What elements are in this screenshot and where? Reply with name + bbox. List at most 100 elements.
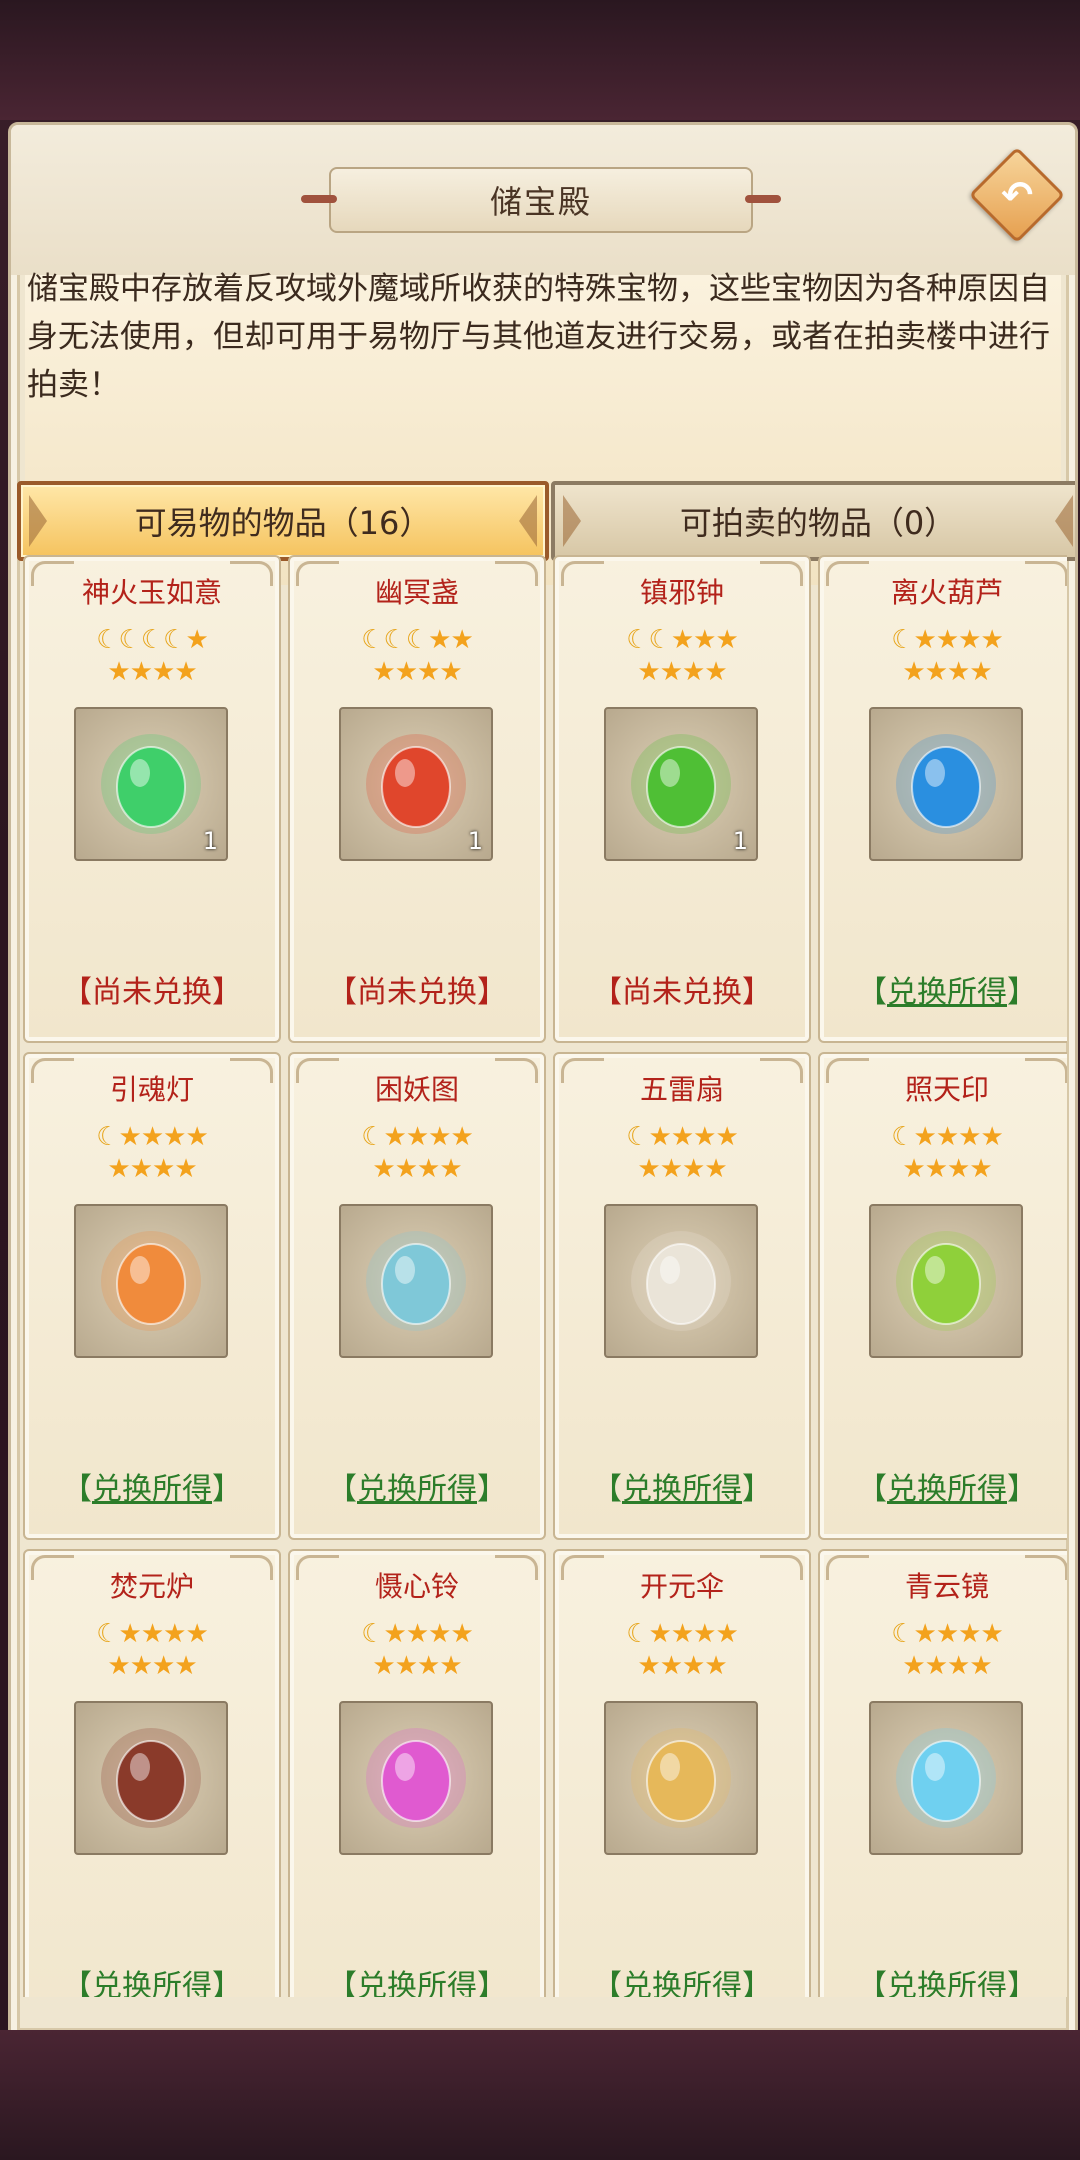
- star-icon: ★: [958, 1122, 981, 1152]
- exchange-result-link[interactable]: 兑换所得: [887, 1969, 1007, 1997]
- item-status[interactable]: 【兑换所得】: [820, 1961, 1067, 1997]
- item-icon-slot[interactable]: [74, 1204, 228, 1358]
- star-icon: ★: [670, 1122, 694, 1152]
- exchange-result-link[interactable]: 兑换所得: [357, 1969, 477, 1997]
- item-name: 照天印: [904, 1073, 989, 1106]
- exchange-result-link[interactable]: 兑换所得: [887, 975, 1007, 1010]
- item-status[interactable]: 【兑换所得】: [290, 1961, 544, 1997]
- star-icon: ★: [947, 1651, 970, 1681]
- star-icon: ★: [969, 657, 992, 687]
- item-icon-slot[interactable]: [604, 1204, 758, 1358]
- exchange-result-link[interactable]: 兑换所得: [357, 1472, 477, 1507]
- item-name: 离火葫芦: [890, 576, 1003, 609]
- star-icon: ★: [704, 1154, 727, 1184]
- rating-row-2: ★★★★: [290, 1651, 544, 1681]
- item-status[interactable]: 【兑换所得】: [555, 1961, 809, 1997]
- item-status[interactable]: 【兑换所得】: [25, 1961, 279, 1997]
- tab-auctionable-items[interactable]: 可拍卖的物品（0）: [551, 481, 1075, 561]
- star-icon: ★: [417, 657, 440, 687]
- moon-icon: ☾: [891, 1122, 914, 1152]
- rating-row-1: ☾★★★★: [290, 1619, 544, 1649]
- item-card[interactable]: 困妖图 ☾★★★★ ★★★★ 【兑换所得】: [288, 1052, 546, 1540]
- page-title: 储宝殿: [301, 167, 781, 233]
- rating-row-1: ☾★★★★: [555, 1619, 809, 1649]
- star-icon: ★: [693, 1619, 716, 1649]
- moon-icon: ☾: [361, 1619, 384, 1649]
- item-card[interactable]: 开元伞 ☾★★★★ ★★★★ 【兑换所得】: [553, 1549, 811, 1997]
- star-icon: ★: [372, 657, 395, 687]
- item-status[interactable]: 【兑换所得】: [820, 1464, 1067, 1508]
- item-icon-slot[interactable]: [869, 707, 1023, 861]
- item-icon-slot[interactable]: [869, 1701, 1023, 1855]
- star-icon: ★: [704, 1651, 727, 1681]
- item-icon-slot[interactable]: [339, 1701, 493, 1855]
- item-status[interactable]: 【兑换所得】: [290, 1464, 544, 1508]
- item-card[interactable]: 五雷扇 ☾★★★★ ★★★★ 【兑换所得】: [553, 1052, 811, 1540]
- rating-row-1: ☾★★★★: [25, 1122, 279, 1152]
- item-name: 神火玉如意: [81, 576, 222, 609]
- star-icon: ★: [107, 657, 130, 687]
- item-icon-slot[interactable]: 1: [604, 707, 758, 861]
- item-grid[interactable]: 神火玉如意 ☾☾☾☾★ ★★★★ 1 【尚未兑换】 幽冥盏 ☾☾☾★★ ★★★★ 1 【尚未兑换】…: [23, 555, 1067, 1997]
- item-icon-slot[interactable]: [604, 1701, 758, 1855]
- item-icon-slot[interactable]: [339, 1204, 493, 1358]
- item-status: 【尚未兑换】: [327, 975, 507, 1010]
- back-button[interactable]: ↶: [968, 146, 1066, 244]
- star-icon: ★: [924, 1154, 948, 1184]
- item-status[interactable]: 【兑换所得】: [25, 1464, 279, 1508]
- item-card[interactable]: 慑心铃 ☾★★★★ ★★★★ 【兑换所得】: [288, 1549, 546, 1997]
- item-card[interactable]: 青云镜 ☾★★★★ ★★★★ 【兑换所得】: [818, 1549, 1067, 1997]
- star-icon: ★: [980, 1122, 1003, 1152]
- exchange-result-link[interactable]: 兑换所得: [92, 1969, 212, 1997]
- star-icon: ★: [152, 1154, 175, 1184]
- star-icon: ★: [450, 625, 473, 655]
- item-card[interactable]: 幽冥盏 ☾☾☾★★ ★★★★ 1 【尚未兑换】: [288, 555, 546, 1043]
- item-status: 【尚未兑换】: [62, 975, 242, 1010]
- tab-label: 可拍卖的物品（0）: [679, 504, 957, 542]
- star-icon: ★: [648, 1619, 672, 1649]
- item-card[interactable]: 离火葫芦 ☾★★★★ ★★★★ 【兑换所得】: [818, 555, 1067, 1043]
- moon-icon: ☾: [626, 1122, 649, 1152]
- exchange-result-link[interactable]: 兑换所得: [622, 1472, 742, 1507]
- tab-right-arrow-icon: [519, 495, 537, 547]
- tab-right-arrow-icon: [1055, 495, 1073, 547]
- exchange-result-link[interactable]: 兑换所得: [622, 1969, 742, 1997]
- status-bracket-left: 【: [62, 1969, 92, 1997]
- star-icon: ★: [980, 625, 1003, 655]
- item-icon-slot[interactable]: 1: [74, 707, 228, 861]
- item-status[interactable]: 【兑换所得】: [820, 967, 1067, 1011]
- tab-tradable-items[interactable]: 可易物的物品（16）: [17, 481, 549, 561]
- star-icon: ★: [902, 1154, 925, 1184]
- item-card[interactable]: 镇邪钟 ☾☾★★★ ★★★★ 1 【尚未兑换】: [553, 555, 811, 1043]
- item-icon-slot[interactable]: [869, 1204, 1023, 1358]
- star-icon: ★: [637, 1651, 660, 1681]
- exchange-result-link[interactable]: 兑换所得: [92, 1472, 212, 1507]
- star-icon: ★: [969, 1154, 992, 1184]
- rating-row-2: ★★★★: [25, 1651, 279, 1681]
- star-icon: ★: [372, 1651, 395, 1681]
- item-icon-slot[interactable]: [74, 1701, 228, 1855]
- rating-row-2: ★★★★: [290, 657, 544, 687]
- moon-icon: ☾: [891, 1619, 914, 1649]
- star-icon: ★: [924, 1651, 948, 1681]
- bottom-frame: [0, 2030, 1080, 2160]
- star-icon: ★: [152, 1651, 175, 1681]
- star-icon: ★: [935, 625, 959, 655]
- star-icon: ★: [405, 1619, 429, 1649]
- star-icon: ★: [693, 625, 716, 655]
- star-icon: ★: [902, 1651, 925, 1681]
- item-card[interactable]: 焚元炉 ☾★★★★ ★★★★ 【兑换所得】: [23, 1549, 281, 1997]
- star-icon: ★: [185, 1122, 208, 1152]
- item-status[interactable]: 【兑换所得】: [555, 1464, 809, 1508]
- star-icon: ★: [670, 625, 694, 655]
- star-icon: ★: [163, 1122, 186, 1152]
- rating-row-2: ★★★★: [555, 657, 809, 687]
- star-icon: ★: [659, 1154, 683, 1184]
- item-icon-slot[interactable]: 1: [339, 707, 493, 861]
- item-card[interactable]: 神火玉如意 ☾☾☾☾★ ★★★★ 1 【尚未兑换】: [23, 555, 281, 1043]
- star-icon: ★: [659, 1651, 683, 1681]
- item-card[interactable]: 照天印 ☾★★★★ ★★★★ 【兑换所得】: [818, 1052, 1067, 1540]
- item-card[interactable]: 引魂灯 ☾★★★★ ★★★★ 【兑换所得】: [23, 1052, 281, 1540]
- exchange-result-link[interactable]: 兑换所得: [887, 1472, 1007, 1507]
- star-icon: ★: [913, 1122, 937, 1152]
